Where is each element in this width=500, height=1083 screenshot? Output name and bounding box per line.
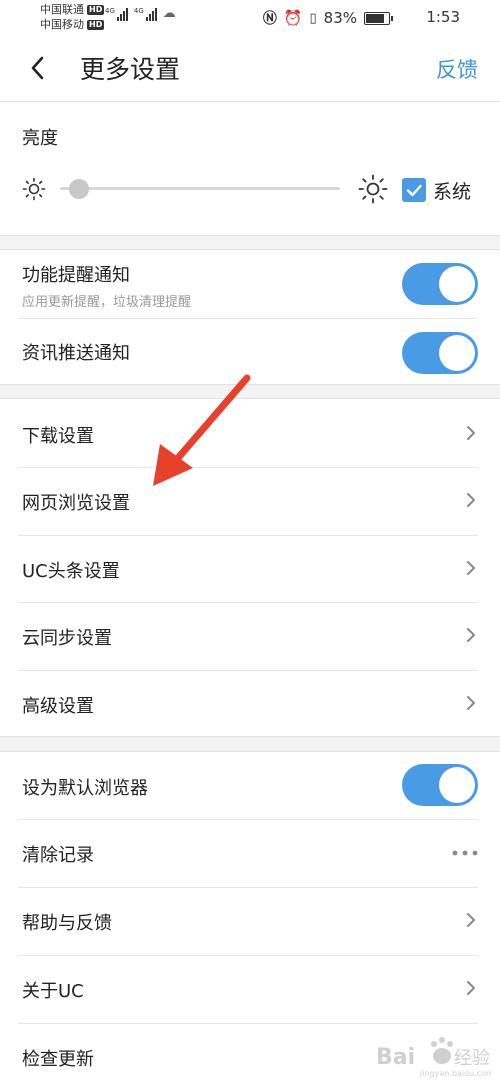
signal-icon: 4G: [105, 7, 128, 21]
sun-dim-icon: [22, 177, 46, 201]
menu-item-cloud-sync[interactable]: 云同步设置: [22, 602, 478, 670]
notify-row-feature: 功能提醒通知 应用更新提醒，垃圾清理提醒: [22, 250, 478, 318]
baidu-watermark-logo: Bai 经验 jingyan.baidu.com: [376, 1037, 492, 1078]
system-label: 系统: [433, 181, 472, 203]
svg-text:jingyan.baidu.com: jingyan.baidu.com: [419, 1069, 492, 1078]
menu-item-help[interactable]: 帮助与反馈: [22, 887, 478, 955]
nfc-icon: Ⓝ: [262, 11, 277, 27]
chevron-right-icon: [467, 981, 475, 995]
menu-item-download[interactable]: 下载设置: [22, 399, 478, 467]
signal-indicators: 4G 4G ☁: [105, 6, 176, 21]
brightness-label: 亮度: [22, 128, 58, 149]
status-icons: Ⓝ ⏰ ▯ 83%: [262, 8, 393, 28]
slider-thumb[interactable]: [69, 179, 89, 199]
chevron-right-icon: [467, 628, 475, 642]
signal-icon: 4G: [134, 7, 157, 21]
chevron-left-icon[interactable]: [26, 53, 50, 83]
brightness-slider[interactable]: [60, 179, 340, 199]
row-label: 高级设置: [22, 696, 94, 717]
battery-icon: [364, 11, 393, 25]
notify-row-news: 资讯推送通知: [22, 318, 478, 386]
menu-item-advanced[interactable]: 高级设置: [22, 670, 478, 738]
row-label: 资讯推送通知: [22, 343, 130, 364]
chevron-right-icon: [467, 426, 475, 440]
carrier-info: 中国联通 HD 中国移动 HD: [40, 2, 105, 32]
brightness-section: 亮度 系统: [0, 102, 500, 236]
carrier-1: 中国联通: [40, 3, 84, 16]
row-label: 检查更新: [22, 1049, 94, 1070]
battery-percent: 83%: [323, 9, 357, 27]
feature-notify-toggle[interactable]: [402, 263, 478, 305]
row-label: 功能提醒通知: [22, 265, 130, 286]
feedback-button[interactable]: 反馈: [436, 54, 478, 84]
settings-menu-section: 下载设置 网页浏览设置 UC头条设置 云同步设置 高级设置: [0, 398, 500, 737]
row-label: 云同步设置: [22, 628, 112, 649]
news-push-toggle[interactable]: [402, 332, 478, 374]
svg-text:经验: 经验: [454, 1048, 490, 1069]
vibrate-icon: ▯: [309, 10, 317, 26]
chevron-right-icon: [467, 493, 475, 507]
network-type: 4G: [133, 7, 144, 15]
chevron-right-icon: [467, 696, 475, 710]
more-dots-icon: [452, 850, 478, 856]
network-type: 4G: [105, 7, 115, 15]
default-browser-row: 设为默认浏览器: [22, 752, 478, 819]
row-label: 清除记录: [22, 845, 94, 866]
svg-text:Bai: Bai: [376, 1045, 415, 1070]
hd-badge: HD: [87, 19, 105, 30]
sun-bright-icon: [358, 174, 388, 204]
carrier-2: 中国移动: [40, 18, 84, 31]
chevron-right-icon: [467, 913, 475, 927]
row-label: UC头条设置: [22, 561, 120, 582]
row-label: 设为默认浏览器: [22, 778, 148, 799]
chevron-right-icon: [467, 561, 475, 575]
row-label: 帮助与反馈: [22, 913, 112, 934]
menu-item-about[interactable]: 关于UC: [22, 955, 478, 1023]
row-sublabel: 应用更新提醒，垃圾清理提醒: [22, 295, 192, 310]
menu-item-uc-headlines[interactable]: UC头条设置: [22, 535, 478, 602]
row-label: 网页浏览设置: [22, 493, 130, 514]
row-label: 下载设置: [22, 426, 94, 447]
app-header: 更多设置 反馈: [0, 36, 500, 102]
system-brightness-checkbox[interactable]: [402, 178, 426, 202]
default-browser-toggle[interactable]: [402, 764, 478, 806]
cloud-icon: ☁: [162, 6, 176, 21]
alarm-icon: ⏰: [283, 9, 303, 27]
row-label: 关于UC: [22, 981, 84, 1002]
menu-item-web-browse[interactable]: 网页浏览设置: [22, 467, 478, 535]
notifications-section: 功能提醒通知 应用更新提醒，垃圾清理提醒 资讯推送通知: [0, 249, 500, 385]
status-bar: 中国联通 HD 中国移动 HD 4G 4G ☁ Ⓝ ⏰ ▯ 83% 1:53: [0, 0, 500, 36]
menu-item-clear-records[interactable]: 清除记录: [22, 819, 478, 887]
clock: 1:53: [426, 8, 460, 26]
page-title: 更多设置: [80, 55, 181, 84]
hd-badge: HD: [87, 4, 105, 15]
